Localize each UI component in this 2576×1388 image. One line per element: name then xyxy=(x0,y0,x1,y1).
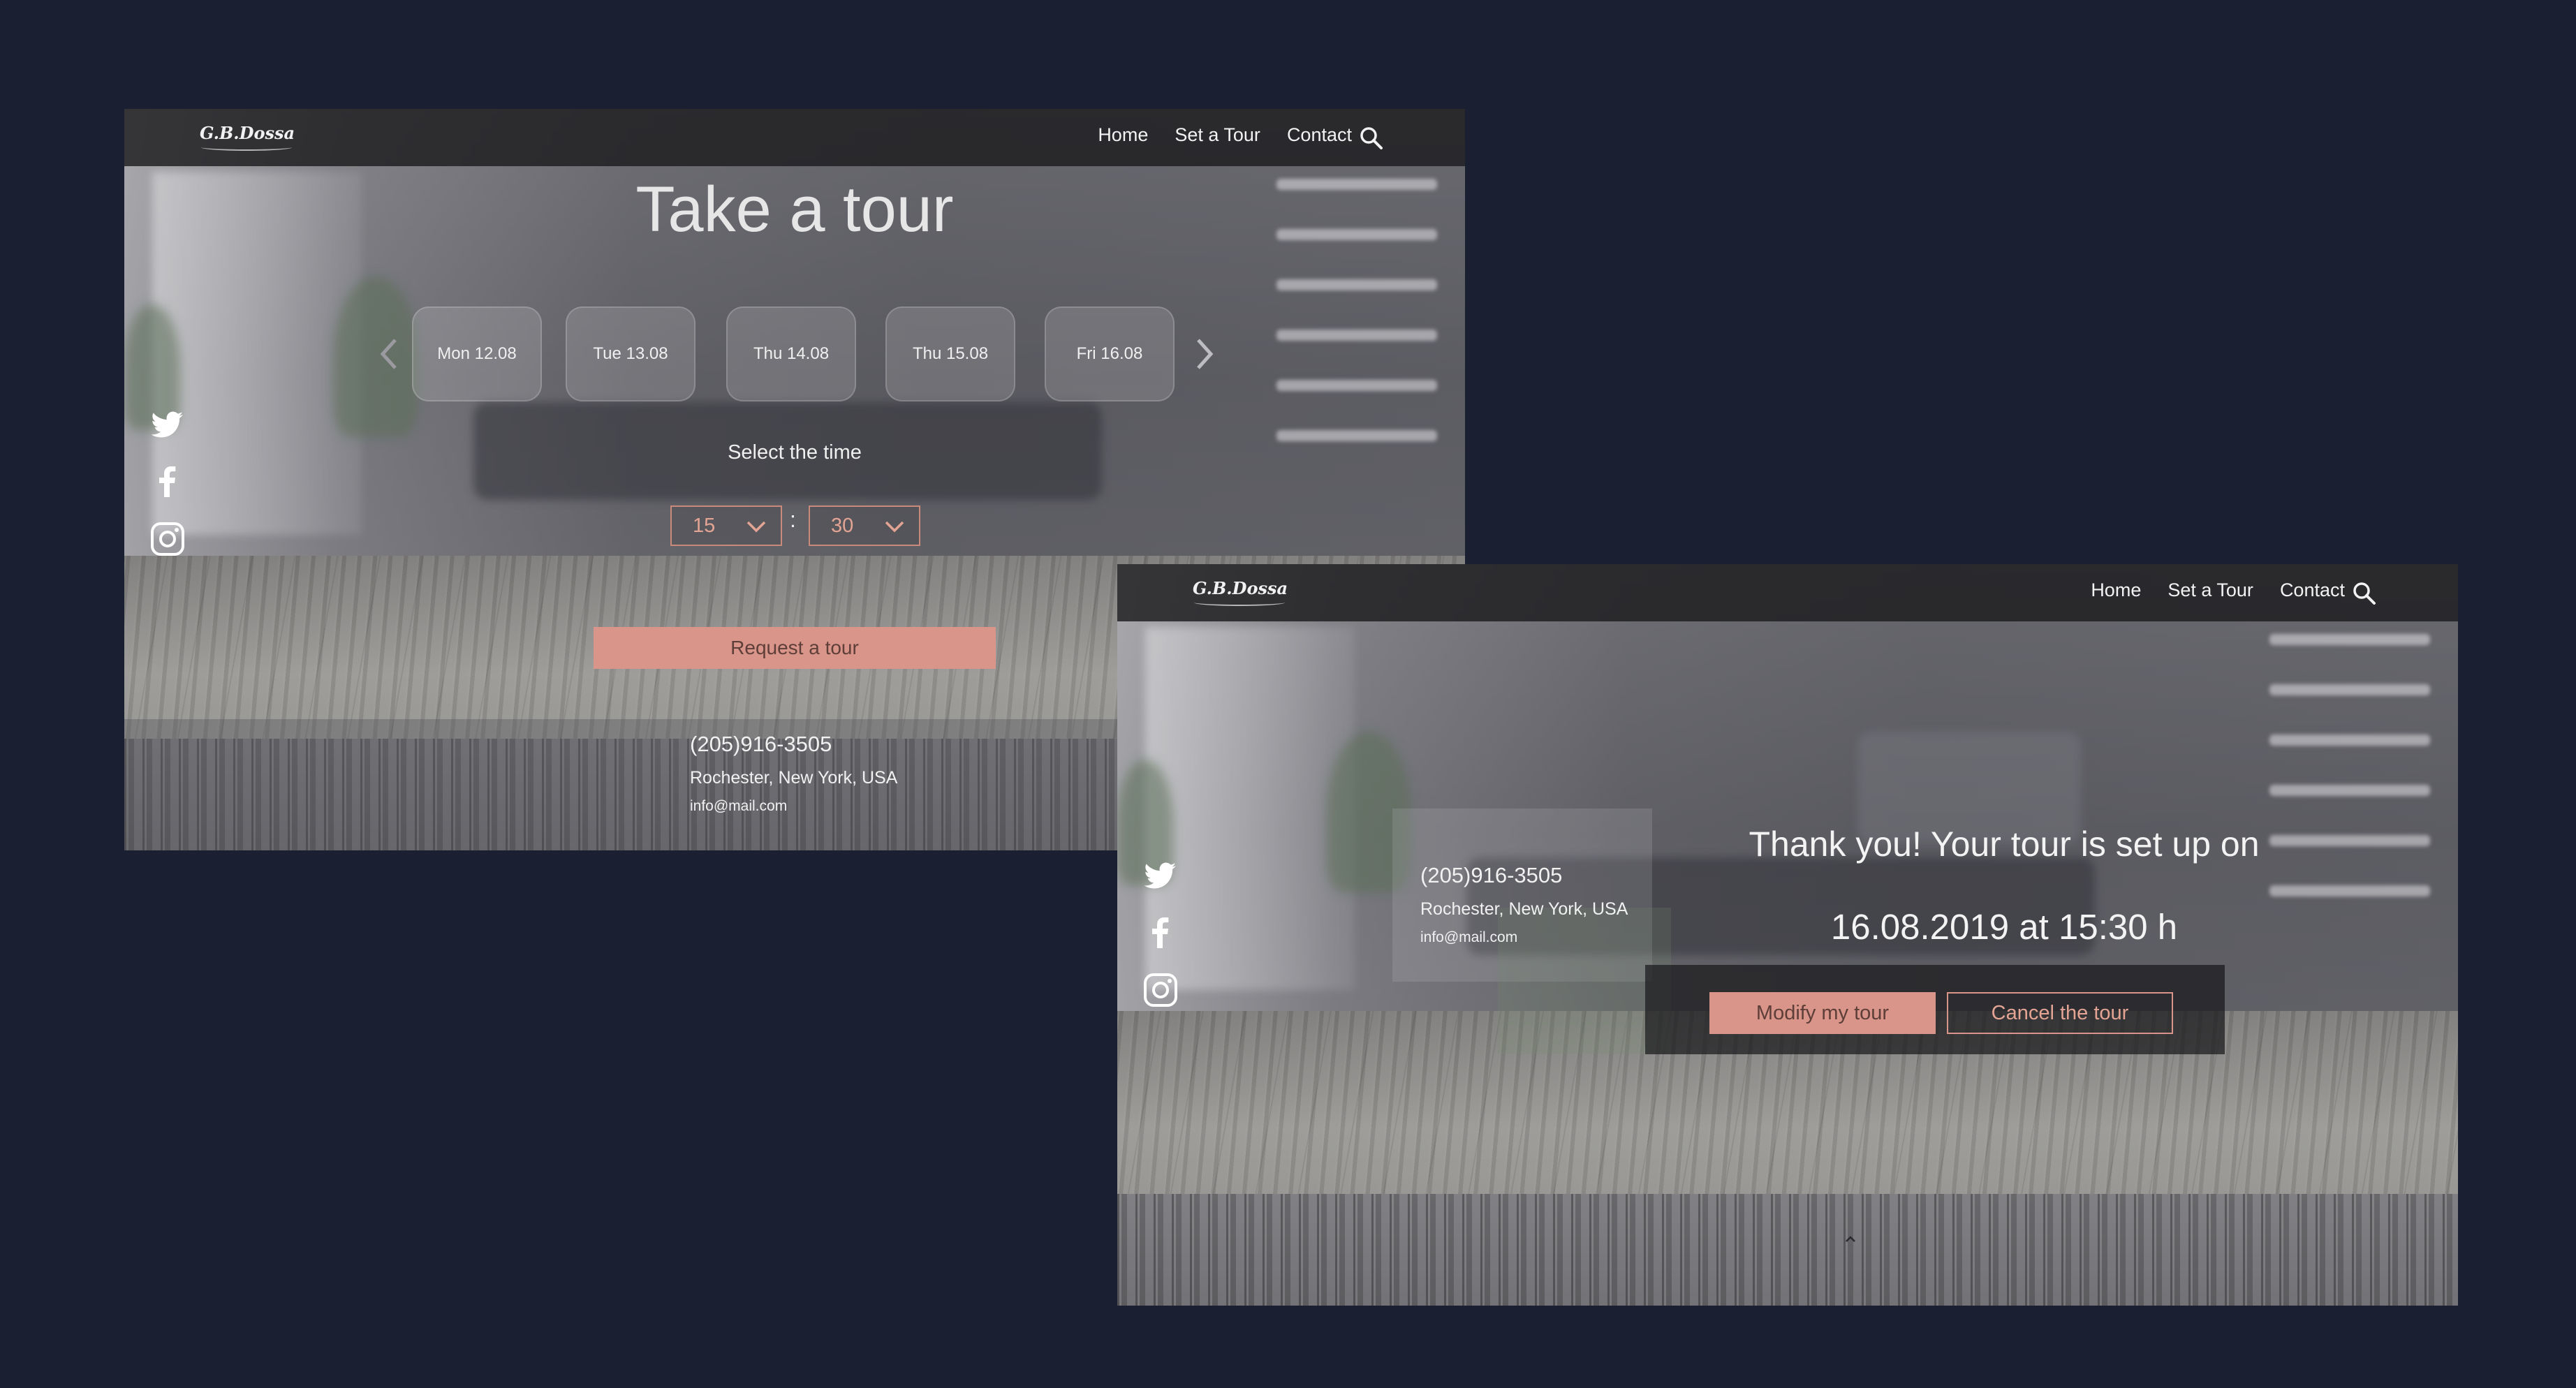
day-option[interactable]: Thu 15.08 xyxy=(885,307,1015,401)
chevron-right-icon[interactable] xyxy=(1190,334,1218,374)
chevron-left-icon[interactable] xyxy=(376,334,404,374)
contact-phone[interactable]: (205)916-3505 xyxy=(1420,863,1628,888)
tour-confirmation-screen: G.B.Dossa Home Set a Tour Contact (205)9… xyxy=(1117,564,2458,1306)
contact-email[interactable]: info@mail.com xyxy=(690,798,897,815)
contact-info: (205)916-3505 Rochester, New York, USA i… xyxy=(1420,863,1628,946)
nav-links: Home Set a Tour Contact xyxy=(1098,124,1352,146)
nav-contact[interactable]: Contact xyxy=(1287,124,1352,146)
contact-phone[interactable]: (205)916-3505 xyxy=(690,732,897,757)
chevron-down-icon xyxy=(885,521,904,533)
nav-contact[interactable]: Contact xyxy=(2280,579,2345,601)
day-option[interactable]: Tue 13.08 xyxy=(566,307,695,401)
confirmation-date: 16.08.2019 at 15:30 h xyxy=(1830,907,2178,947)
twitter-icon[interactable] xyxy=(1141,856,1180,895)
request-tour-button[interactable]: Request a tour xyxy=(594,627,996,669)
search-icon[interactable] xyxy=(2352,581,2377,606)
facebook-icon[interactable] xyxy=(148,462,187,501)
logo-swoosh xyxy=(201,144,292,151)
wood-deck-background xyxy=(1117,1011,2458,1306)
nav-set-a-tour[interactable]: Set a Tour xyxy=(2167,579,2253,601)
minute-select[interactable]: 30 xyxy=(809,505,920,546)
select-time-label: Select the time xyxy=(728,441,862,464)
nav-bar: G.B.Dossa Home Set a Tour Contact xyxy=(1117,564,2458,621)
nav-links: Home Set a Tour Contact xyxy=(2091,579,2345,601)
day-selector: Mon 12.08 Tue 13.08 Thu 14.08 Thu 15.08 … xyxy=(124,307,1465,401)
instagram-icon[interactable] xyxy=(1141,970,1180,1010)
minute-value: 30 xyxy=(831,514,854,537)
social-icons xyxy=(148,405,187,577)
social-icons xyxy=(1141,856,1180,1028)
hour-value: 15 xyxy=(693,514,716,537)
search-icon[interactable] xyxy=(1359,126,1384,151)
twitter-icon[interactable] xyxy=(148,405,187,444)
cancel-tour-button[interactable]: Cancel the tour xyxy=(1947,992,2173,1034)
day-option[interactable]: Thu 14.08 xyxy=(726,307,856,401)
contact-email[interactable]: info@mail.com xyxy=(1420,929,1628,946)
chevron-up-icon[interactable] xyxy=(1843,1234,1857,1244)
facebook-icon[interactable] xyxy=(1141,913,1180,952)
nav-bar: G.B.Dossa Home Set a Tour Contact xyxy=(124,109,1465,166)
chevron-down-icon xyxy=(746,521,766,533)
nav-home[interactable]: Home xyxy=(2091,579,2141,601)
logo[interactable]: G.B.Dossa xyxy=(1193,578,1288,598)
contact-address: Rochester, New York, USA xyxy=(1420,899,1628,919)
day-option[interactable]: Fri 16.08 xyxy=(1045,307,1175,401)
confirmation-message: Thank you! Your tour is set up on xyxy=(1749,825,2260,864)
logo[interactable]: G.B.Dossa xyxy=(200,123,295,143)
instagram-icon[interactable] xyxy=(148,519,187,559)
day-option[interactable]: Mon 12.08 xyxy=(412,307,542,401)
contact-address: Rochester, New York, USA xyxy=(690,768,898,788)
logo-swoosh xyxy=(1194,599,1285,606)
time-separator: : xyxy=(790,507,796,532)
contact-info: (205)916-3505 Rochester, New York, USA i… xyxy=(690,732,897,815)
page-title: Take a tour xyxy=(635,174,954,245)
nav-home[interactable]: Home xyxy=(1098,124,1148,146)
nav-set-a-tour[interactable]: Set a Tour xyxy=(1175,124,1260,146)
hour-select[interactable]: 15 xyxy=(670,505,782,546)
modify-tour-button[interactable]: Modify my tour xyxy=(1709,992,1936,1034)
